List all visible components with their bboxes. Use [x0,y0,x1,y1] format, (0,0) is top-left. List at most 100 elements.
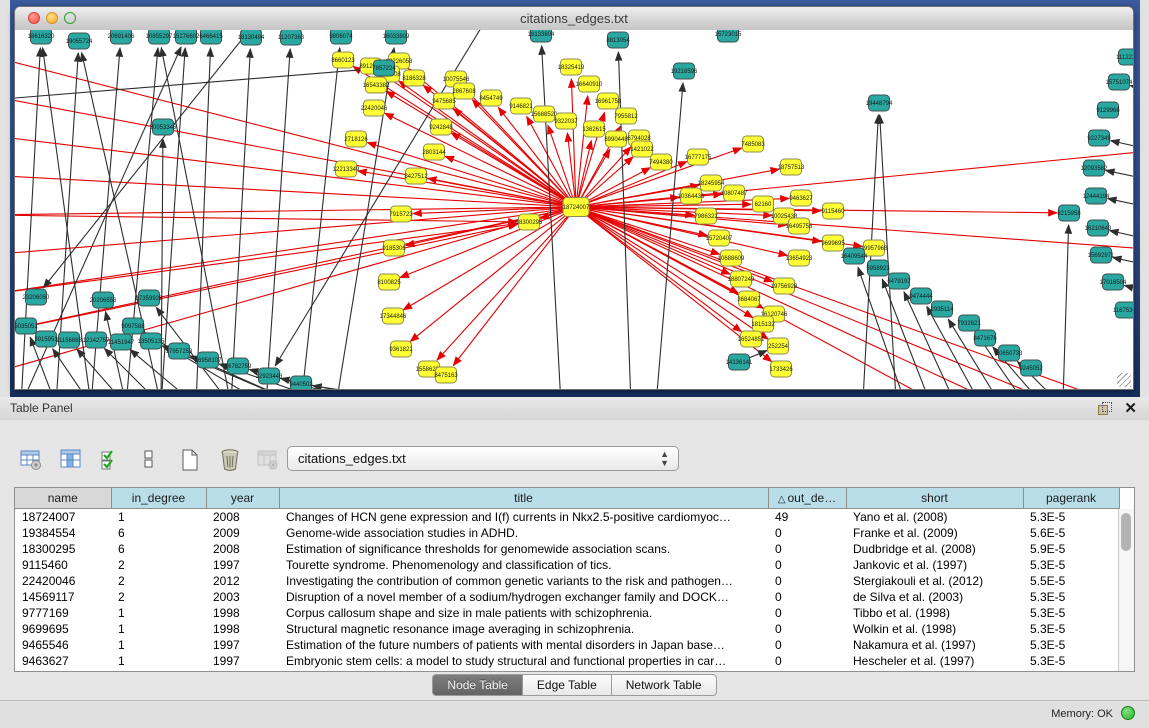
cell-name[interactable]: 18724007 [15,509,111,526]
graph-node[interactable]: 9129966 [1096,102,1120,118]
graph-node[interactable]: 16033809 [383,30,410,44]
cell-title[interactable]: Structural magnetic resonance image aver… [279,621,768,637]
column-header-short[interactable]: short [846,488,1023,509]
cell-in_degree[interactable]: 1 [111,605,206,621]
cell-pagerank[interactable]: 5.3E-5 [1023,589,1119,605]
graph-node[interactable]: 12444194 [1083,188,1110,204]
cell-short[interactable]: Dudbridge et al. (2008) [846,541,1023,557]
graph-node[interactable]: 16640910 [576,76,603,92]
cell-short[interactable]: Jankovic et al. (1997) [846,557,1023,573]
cell-title[interactable]: Disruption of a novel member of a sodium… [279,589,768,605]
graph-node[interactable]: 2935114 [931,301,955,317]
graph-node[interactable]: 18245954 [698,175,725,191]
graph-node[interactable]: 8813054 [606,32,630,48]
graph-node[interactable]: 8427512 [404,168,428,184]
graph-node[interactable]: 11451947 [108,334,135,350]
graph-node[interactable]: 15723015 [715,30,742,42]
table-scrollbar-thumb[interactable] [1121,513,1131,551]
cell-year[interactable]: 2008 [206,509,279,526]
new-column-icon[interactable] [175,444,205,476]
cell-out_degree[interactable]: 49 [768,509,846,526]
cell-in_degree[interactable]: 2 [111,589,206,605]
graph-node[interactable]: 9185306 [382,240,406,256]
graph-node[interactable]: 11675305 [1113,302,1133,318]
graph-node[interactable]: 8475163 [434,367,458,383]
graph-node[interactable]: 9475685 [432,93,456,109]
graph-node[interactable]: 8100825 [377,274,401,290]
graph-node[interactable]: 7932621 [957,315,981,331]
graph-node[interactable]: 16210643 [1085,220,1112,236]
graph-node[interactable]: 20053346 [150,119,177,135]
cell-name[interactable]: 19384554 [15,525,111,541]
cell-pagerank[interactable]: 5.3E-5 [1023,621,1119,637]
table-row[interactable]: 969969511998Structural magnetic resonanc… [15,621,1119,637]
table-row[interactable]: 1830029562008Estimation of significance … [15,541,1119,557]
cell-year[interactable]: 2012 [206,573,279,589]
table-row[interactable]: 2242004622012Investigating the contribut… [15,573,1119,589]
cell-short[interactable]: Franke et al. (2009) [846,525,1023,541]
close-panel-icon[interactable]: ✕ [1124,399,1137,417]
graph-node[interactable]: 16961758 [595,93,622,109]
cell-title[interactable]: Corpus callosum shape and size in male p… [279,605,768,621]
table-row[interactable]: 1938455462009Genome-wide association stu… [15,525,1119,541]
cell-in_degree[interactable]: 1 [111,621,206,637]
graph-node[interactable]: 15751074 [1106,74,1133,90]
cell-pagerank[interactable]: 5.5E-5 [1023,573,1119,589]
graph-node[interactable]: 18757513 [778,159,805,175]
graph-node[interactable]: 17016504 [1100,274,1127,290]
cell-year[interactable]: 1997 [206,637,279,653]
column-header-title[interactable]: title [279,488,768,509]
tab-network-table[interactable]: Network Table [612,674,717,696]
table-row[interactable]: 977716911998Corpus callosum shape and si… [15,605,1119,621]
cell-out_degree[interactable]: 0 [768,525,846,541]
graph-node[interactable]: 62160 [753,196,774,212]
tab-node-table[interactable]: Node Table [432,674,523,696]
graph-node[interactable]: 1421022 [630,141,654,157]
graph-node[interactable]: 7494380 [649,154,673,170]
cell-name[interactable]: 9699695 [15,621,111,637]
graph-node[interactable]: 15720407 [706,230,733,246]
network-canvas[interactable]: 8660123891295518226058982750816543382224… [15,30,1133,389]
cell-pagerank[interactable]: 5.3E-5 [1023,637,1119,653]
cell-pagerank[interactable]: 5.6E-5 [1023,525,1119,541]
graph-node[interactable]: 16782759 [225,358,252,374]
graph-node[interactable]: 15276602 [173,30,200,44]
graph-node[interactable]: 18616320 [28,30,55,44]
graph-node[interactable]: 11122245 [1116,49,1133,65]
graph-node[interactable]: 20206556 [90,292,117,308]
graph-node[interactable]: 22420046 [361,100,388,116]
cell-year[interactable]: 2008 [206,541,279,557]
cell-in_degree[interactable]: 2 [111,557,206,573]
cell-out_degree[interactable]: 0 [768,621,846,637]
graph-node[interactable]: 9242848 [429,119,453,135]
graph-node[interactable]: 16495758 [786,218,813,234]
table-scrollbar[interactable] [1118,509,1134,671]
cell-title[interactable]: Tourette syndrome. Phenomenology and cla… [279,557,768,573]
column-header-name[interactable]: name [15,488,111,509]
graph-node[interactable]: 19756928 [771,278,798,294]
graph-node[interactable]: 5035051 [15,318,38,334]
cell-year[interactable]: 2009 [206,525,279,541]
graph-node[interactable]: 10807487 [721,185,748,201]
graph-node[interactable]: 17344846 [380,308,407,324]
cell-in_degree[interactable]: 2 [111,573,206,589]
graph-node[interactable]: 9322037 [554,113,578,129]
graph-node[interactable]: 9227349 [1087,130,1111,146]
table-row[interactable]: 946362711997Embryonic stem cells: a mode… [15,653,1119,669]
graph-node[interactable]: 9806074 [329,30,353,44]
delete-column-icon[interactable] [215,444,245,476]
graph-node[interactable]: 7986322 [694,208,718,224]
table-row[interactable]: 946554611997Estimation of the future num… [15,637,1119,653]
cell-out_degree[interactable]: 0 [768,573,846,589]
cell-short[interactable]: Hescheler et al. (1997) [846,653,1023,669]
cell-pagerank[interactable]: 5.3E-5 [1023,653,1119,669]
graph-node[interactable]: 17359928 [136,290,163,306]
graph-node[interactable]: 11207363 [278,30,305,45]
graph-node[interactable]: 6479197 [887,273,911,289]
cell-title[interactable]: Estimation of significance thresholds fo… [279,541,768,557]
cell-short[interactable]: Stergiakouli et al. (2012) [846,573,1023,589]
column-header-pagerank[interactable]: pagerank [1023,488,1119,509]
graph-node[interactable]: 5958923 [866,260,890,276]
graph-node[interactable]: 12142757 [83,332,110,348]
cell-in_degree[interactable]: 6 [111,525,206,541]
